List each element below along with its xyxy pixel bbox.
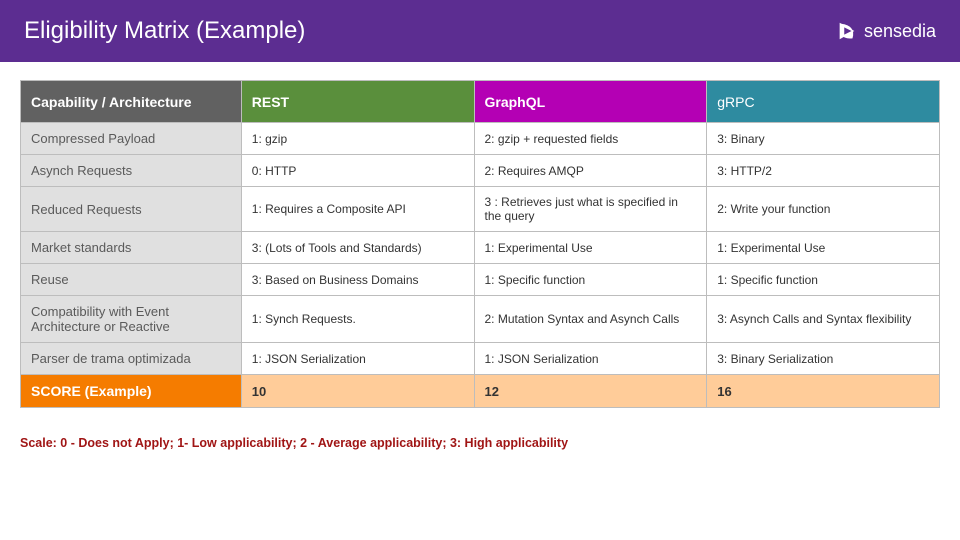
rest-cell: 3: Based on Business Domains (241, 264, 474, 296)
graphql-cell: 2: Requires AMQP (474, 155, 707, 187)
slide-content: Capability / Architecture REST GraphQL g… (0, 62, 960, 418)
slide-header: Eligibility Matrix (Example) sensedia (0, 0, 960, 62)
graphql-cell: 1: Experimental Use (474, 232, 707, 264)
table-row: Compressed Payload1: gzip2: gzip + reque… (21, 123, 940, 155)
table-row: Reduced Requests1: Requires a Composite … (21, 187, 940, 232)
grpc-cell: 1: Specific function (707, 264, 940, 296)
graphql-cell: 3 : Retrieves just what is specified in … (474, 187, 707, 232)
table-row: Parser de trama optimizada1: JSON Serial… (21, 343, 940, 375)
eligibility-matrix-table: Capability / Architecture REST GraphQL g… (20, 80, 940, 408)
capability-cell: Reduced Requests (21, 187, 242, 232)
grpc-cell: 3: Binary (707, 123, 940, 155)
rest-cell: 0: HTTP (241, 155, 474, 187)
graphql-cell: 2: gzip + requested fields (474, 123, 707, 155)
brand-logo: sensedia (836, 20, 936, 42)
rest-cell: 1: gzip (241, 123, 474, 155)
rest-cell: 1: Requires a Composite API (241, 187, 474, 232)
brand-name: sensedia (864, 21, 936, 42)
grpc-cell: 3: Asynch Calls and Syntax flexibility (707, 296, 940, 343)
capability-cell: Asynch Requests (21, 155, 242, 187)
scale-legend: Scale: 0 - Does not Apply; 1- Low applic… (0, 418, 960, 450)
capability-cell: Market standards (21, 232, 242, 264)
grpc-cell: 3: Binary Serialization (707, 343, 940, 375)
score-graphql: 12 (474, 375, 707, 408)
capability-cell: Parser de trama optimizada (21, 343, 242, 375)
grpc-cell: 3: HTTP/2 (707, 155, 940, 187)
play-icon (836, 20, 858, 42)
col-header-capability: Capability / Architecture (21, 81, 242, 123)
grpc-cell: 2: Write your function (707, 187, 940, 232)
score-label: SCORE (Example) (21, 375, 242, 408)
table-header-row: Capability / Architecture REST GraphQL g… (21, 81, 940, 123)
score-rest: 10 (241, 375, 474, 408)
table-row: Reuse3: Based on Business Domains1: Spec… (21, 264, 940, 296)
capability-cell: Compressed Payload (21, 123, 242, 155)
grpc-cell: 1: Experimental Use (707, 232, 940, 264)
table-row: Compatibility with Event Architecture or… (21, 296, 940, 343)
col-header-graphql: GraphQL (474, 81, 707, 123)
graphql-cell: 1: Specific function (474, 264, 707, 296)
col-header-grpc: gRPC (707, 81, 940, 123)
score-row: SCORE (Example)101216 (21, 375, 940, 408)
page-title: Eligibility Matrix (Example) (24, 17, 305, 45)
table-row: Asynch Requests0: HTTP2: Requires AMQP3:… (21, 155, 940, 187)
capability-cell: Reuse (21, 264, 242, 296)
graphql-cell: 1: JSON Serialization (474, 343, 707, 375)
table-row: Market standards3: (Lots of Tools and St… (21, 232, 940, 264)
capability-cell: Compatibility with Event Architecture or… (21, 296, 242, 343)
rest-cell: 1: JSON Serialization (241, 343, 474, 375)
col-header-rest: REST (241, 81, 474, 123)
graphql-cell: 2: Mutation Syntax and Asynch Calls (474, 296, 707, 343)
score-grpc: 16 (707, 375, 940, 408)
rest-cell: 3: (Lots of Tools and Standards) (241, 232, 474, 264)
rest-cell: 1: Synch Requests. (241, 296, 474, 343)
